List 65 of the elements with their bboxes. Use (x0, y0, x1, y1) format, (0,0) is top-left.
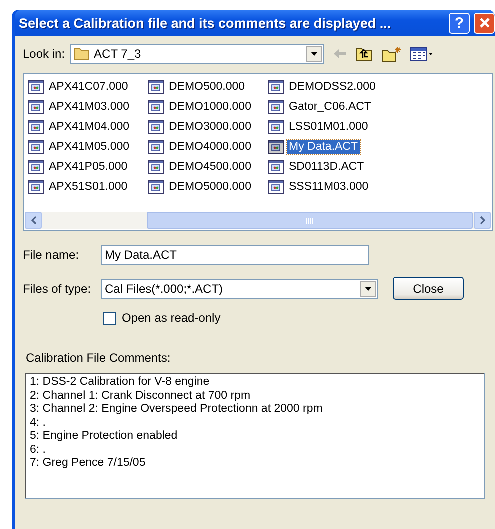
file-icon (148, 119, 164, 135)
read-only-checkbox[interactable] (103, 312, 116, 324)
file-icon (268, 159, 284, 175)
file-name[interactable]: SSS11M03.000 (287, 180, 371, 194)
file-icon (28, 159, 44, 175)
read-only-label: Open as read-only (122, 311, 221, 325)
file-icon (148, 179, 164, 195)
file-name[interactable]: Gator_C06.ACT (287, 100, 374, 114)
file-icon (148, 139, 164, 155)
file-name[interactable]: SD0113D.ACT (287, 160, 366, 174)
file-icon (148, 79, 164, 95)
comment-line: 7: Greg Pence 7/15/05 (30, 457, 147, 470)
look-in-dropdown[interactable]: ACT 7_3 (70, 44, 324, 64)
file-name[interactable]: APX41M05.000 (47, 140, 132, 154)
view-menu-icon[interactable] (410, 47, 434, 61)
help-button[interactable]: ? (449, 12, 470, 34)
file-name-label: File name: (23, 248, 80, 262)
close-button[interactable] (474, 12, 495, 34)
horizontal-scrollbar[interactable] (25, 212, 491, 229)
file-icon (148, 99, 164, 115)
file-name[interactable]: DEMO4000.000 (167, 140, 254, 154)
file-name[interactable]: DEMODSS2.000 (287, 80, 378, 94)
comments-label: Calibration File Comments: (26, 351, 171, 365)
comment-line: 3: Channel 2: Engine Overspeed Protectionn at 2000 rpm (30, 403, 324, 416)
file-name[interactable]: APX41M04.000 (47, 120, 132, 134)
file-icon (28, 179, 44, 195)
file-name[interactable]: DEMO1000.000 (167, 100, 254, 114)
comment-line: 5: Engine Protection enabled (30, 430, 179, 444)
file-icon (268, 79, 284, 95)
file-icon (268, 139, 284, 155)
file-name[interactable]: My Data.ACT (287, 140, 360, 154)
file-icon (268, 119, 284, 135)
file-icon (28, 99, 44, 115)
file-name[interactable]: APX41C07.000 (47, 80, 130, 94)
file-name[interactable]: DEMO3000.000 (167, 120, 254, 134)
file-name[interactable]: APX41P05.000 (47, 160, 130, 174)
comment-line: 2: Channel 1: Crank Disconnect at 700 rpm (30, 390, 252, 403)
file-icon (28, 119, 44, 135)
file-name[interactable]: DEMO500.000 (167, 80, 248, 94)
file-name[interactable]: APX41M03.000 (47, 100, 132, 114)
new-folder-icon[interactable] (382, 46, 402, 62)
file-name[interactable]: APX51S01.000 (47, 180, 130, 194)
file-name[interactable]: DEMO5000.000 (167, 180, 254, 194)
look-in-label: Look in: (23, 47, 66, 61)
file-icon (268, 99, 284, 115)
file-icon (28, 79, 44, 95)
comment-line: 6: . (30, 444, 47, 457)
caret-icon (364, 286, 372, 290)
file-type-label: Files of type: (23, 282, 92, 296)
close-icon (478, 17, 490, 29)
folder-icon (74, 47, 92, 61)
up-folder-icon[interactable] (356, 46, 374, 62)
file-icon (148, 159, 164, 175)
comment-line: 1: DSS-2 Calibration for V-8 engine (30, 376, 211, 390)
file-name[interactable]: DEMO4500.000 (167, 160, 254, 174)
close-dialog-button[interactable]: Close (393, 277, 464, 300)
file-type-dropdown[interactable]: Cal Files(*.000;*.ACT) (101, 278, 378, 298)
caret-icon (310, 52, 318, 56)
file-name-field[interactable]: My Data.ACT (101, 245, 369, 265)
file-icon (28, 139, 44, 155)
comment-line: 4: . (30, 416, 47, 430)
file-icon (268, 179, 284, 195)
file-name[interactable]: LSS01M01.000 (287, 120, 370, 134)
window-title: Select a Calibration file and its comments are displayed ... (19, 16, 392, 30)
grip-icon (306, 218, 314, 224)
